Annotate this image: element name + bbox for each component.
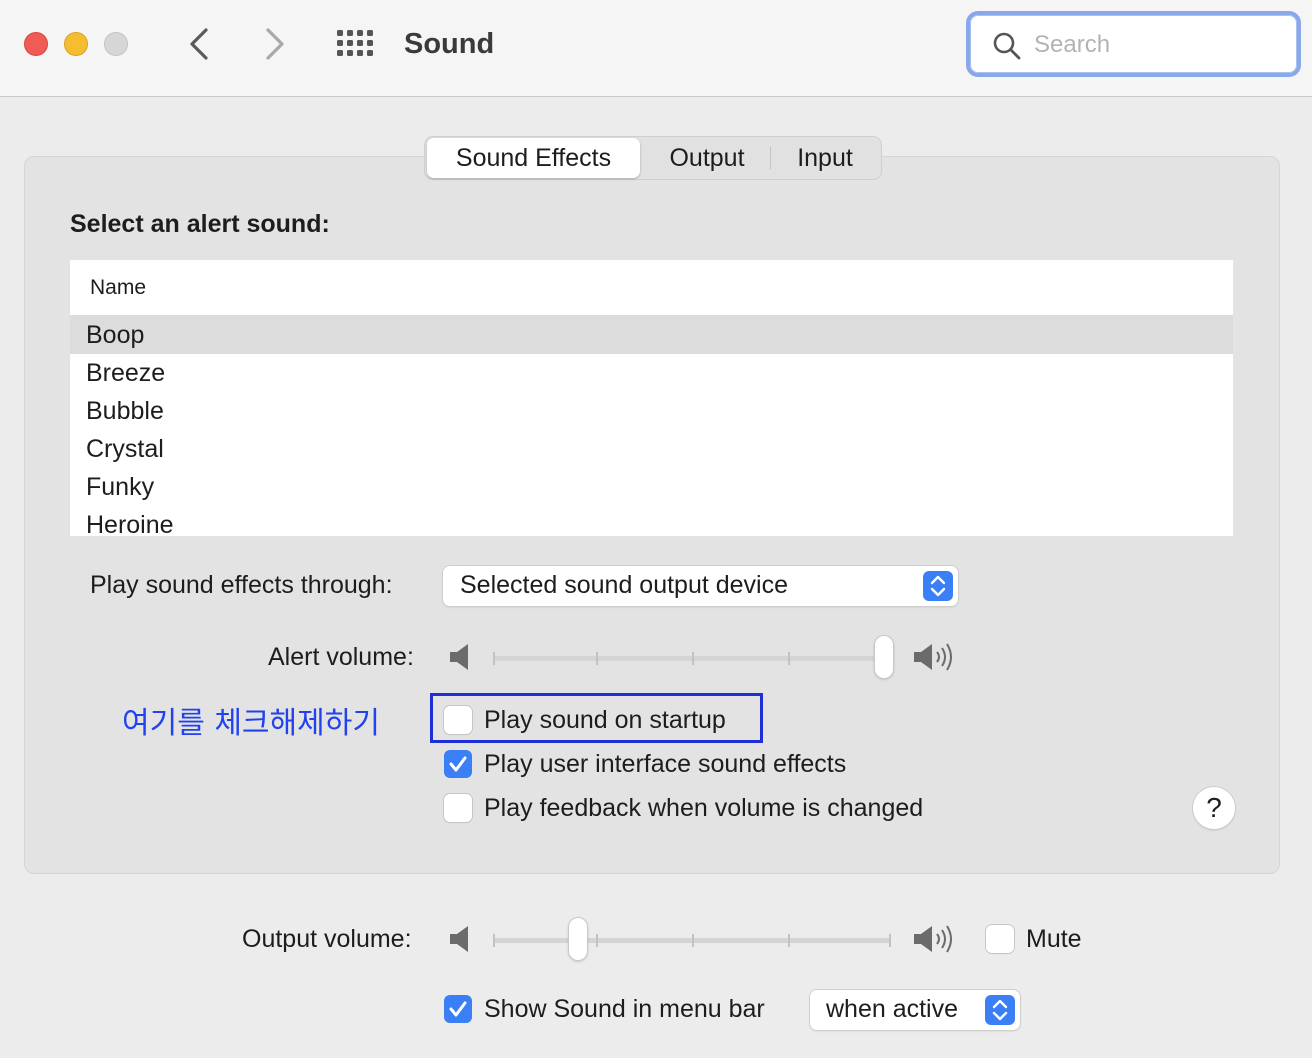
list-item[interactable]: Boop [70, 316, 1233, 354]
search-icon [993, 32, 1021, 60]
list-item[interactable]: Heroine [70, 506, 1233, 536]
list-item[interactable]: Crystal [70, 430, 1233, 468]
title-bar: Sound [0, 0, 1312, 97]
annotation-text: 여기를 체크해제하기 [122, 706, 380, 741]
alert-volume-slider[interactable] [493, 636, 893, 680]
minimize-window-button[interactable] [64, 32, 88, 56]
mute-checkbox[interactable] [986, 925, 1014, 953]
show-in-menubar-label[interactable]: Show Sound in menu bar [484, 995, 765, 1024]
show-all-button[interactable] [334, 26, 376, 62]
slider-tick [788, 934, 790, 947]
list-item[interactable]: Funky [70, 468, 1233, 506]
chevron-right-icon [266, 28, 284, 60]
zoom-window-button [104, 32, 128, 56]
speaker-low-icon [450, 926, 468, 952]
popup-stepper-icon [985, 995, 1015, 1025]
alert-sound-heading: Select an alert sound: [70, 210, 330, 238]
window-title: Sound [404, 28, 495, 60]
close-window-button[interactable] [24, 32, 48, 56]
volume-feedback-checkbox[interactable] [444, 794, 472, 822]
back-button[interactable] [180, 24, 220, 64]
slider-knob[interactable] [875, 636, 893, 678]
startup-sound-checkbox[interactable] [444, 706, 472, 734]
show-in-menubar-checkbox[interactable] [444, 995, 472, 1023]
tab-output[interactable]: Output [649, 137, 765, 179]
volume-feedback-label[interactable]: Play feedback when volume is changed [484, 794, 923, 823]
checkmark-icon [449, 1001, 467, 1017]
slider-tick [493, 652, 495, 665]
slider-tick [596, 934, 598, 947]
speaker-high-icon [914, 643, 952, 671]
checkmark-icon [449, 756, 467, 772]
list-header[interactable]: Name [70, 260, 1233, 316]
alert-volume-label: Alert volume: [268, 643, 414, 671]
chevron-left-icon [190, 28, 208, 60]
speaker-low-icon [450, 644, 468, 670]
menubar-mode-select[interactable]: when active [810, 990, 1020, 1030]
forward-button[interactable] [254, 24, 294, 64]
output-device-value: Selected sound output device [460, 571, 789, 599]
slider-knob[interactable] [569, 918, 587, 960]
tab-input[interactable]: Input [775, 137, 875, 179]
slider-tick [889, 934, 891, 947]
help-button[interactable]: ? [1193, 787, 1235, 829]
speaker-high-icon [914, 925, 952, 953]
output-volume-slider[interactable] [493, 918, 893, 962]
slider-tick [692, 652, 694, 665]
ui-sound-effects-checkbox[interactable] [444, 750, 472, 778]
slider-tick [692, 934, 694, 947]
search-field[interactable] [966, 11, 1301, 77]
output-device-select[interactable]: Selected sound output device [443, 566, 958, 606]
slider-track [493, 656, 885, 661]
list-item[interactable]: Bubble [70, 392, 1233, 430]
mute-label[interactable]: Mute [1026, 925, 1082, 954]
play-through-label: Play sound effects through: [90, 571, 393, 599]
slider-tick [493, 934, 495, 947]
tab-sound-effects[interactable]: Sound Effects [427, 138, 640, 178]
ui-sound-effects-label[interactable]: Play user interface sound effects [484, 750, 846, 779]
tab-bar: Sound Effects Output Input [424, 136, 882, 180]
slider-tick [596, 652, 598, 665]
popup-stepper-icon [923, 571, 953, 601]
output-volume-label: Output volume: [242, 925, 412, 953]
slider-tick [788, 652, 790, 665]
menubar-mode-value: when active [826, 995, 959, 1023]
search-input[interactable] [1034, 27, 1284, 63]
list-item[interactable]: Breeze [70, 354, 1233, 392]
tab-divider [770, 147, 771, 169]
startup-sound-label[interactable]: Play sound on startup [484, 706, 726, 735]
alert-sound-list[interactable]: Name Boop Breeze Bubble Crystal Funky He… [70, 260, 1233, 536]
column-header-name: Name [90, 276, 147, 299]
grid-icon [337, 30, 373, 56]
